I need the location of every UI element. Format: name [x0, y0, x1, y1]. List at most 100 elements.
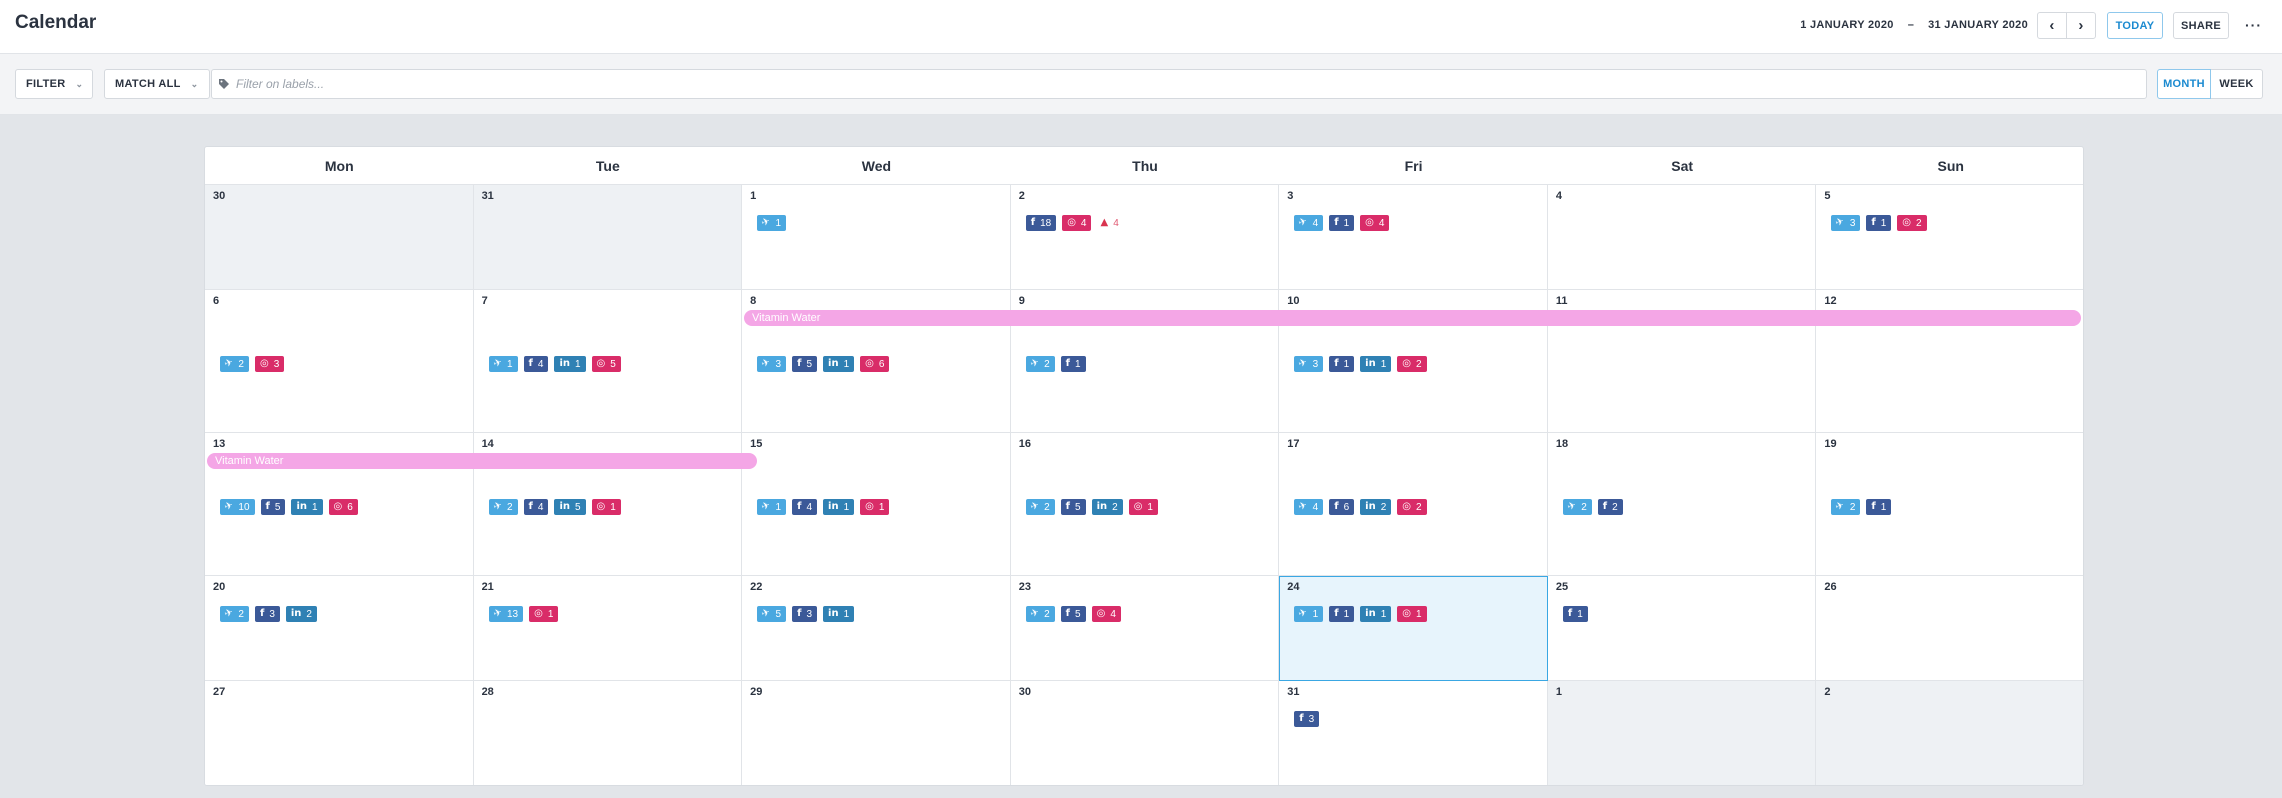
day-cell[interactable]: 16 ✈ 2 f 5 in 2 ◎ 1	[1010, 433, 1280, 576]
facebook-post-chip[interactable]: f1	[1329, 606, 1355, 622]
day-cell[interactable]: 22 ✈ 5 f 3 in 1	[742, 576, 1011, 681]
linkedin-post-chip[interactable]: in 2	[285, 606, 317, 622]
day-cell[interactable]: 15 ✈ 1 f 4 in 1 ◎ 1	[742, 433, 1011, 576]
linkedin-post-chip[interactable]: in 1	[823, 356, 855, 372]
instagram-post-chip[interactable]: ◎ 4	[1062, 215, 1092, 231]
instagram-post-chip[interactable]: ◎ 6	[328, 499, 358, 515]
instagram-post-chip[interactable]: ◎ 2	[1397, 356, 1427, 372]
twitter-post-chip[interactable]: ✈ 4	[1294, 499, 1324, 515]
linkedin-post-chip[interactable]: in 1	[291, 499, 323, 515]
day-cell[interactable]: 19 ✈ 2 f 1	[1816, 433, 2083, 576]
day-cell[interactable]: 31 f 3	[1279, 681, 1548, 785]
facebook-post-chip[interactable]: f2	[1597, 499, 1623, 515]
facebook-post-chip[interactable]: f5	[1060, 606, 1086, 622]
share-button[interactable]: SHARE	[2173, 12, 2229, 39]
day-cell[interactable]: 21 ✈ 13 ◎ 1	[473, 576, 743, 681]
facebook-post-chip[interactable]: f5	[792, 356, 818, 372]
twitter-post-chip[interactable]: ✈ 3	[757, 356, 787, 372]
twitter-post-chip[interactable]: ✈ 4	[1294, 215, 1324, 231]
instagram-post-chip[interactable]: ◎ 1	[529, 606, 559, 622]
facebook-post-chip[interactable]: f1	[1562, 606, 1588, 622]
twitter-post-chip[interactable]: ✈ 13	[488, 606, 524, 622]
facebook-post-chip[interactable]: f5	[260, 499, 286, 515]
instagram-post-chip[interactable]: ◎ 2	[1897, 215, 1927, 231]
day-cell[interactable]: 23 ✈ 2 f 5 ◎ 4	[1010, 576, 1280, 681]
day-cell[interactable]: 25 f 1	[1547, 576, 1817, 681]
more-options-icon[interactable]: ···	[2245, 17, 2262, 33]
month-view-button[interactable]: MONTH	[2157, 69, 2211, 99]
day-cell[interactable]: 6 ✈ 2 ◎ 3	[205, 290, 474, 433]
day-cell[interactable]: 17 ✈ 4 f 6 in 2 ◎ 2	[1279, 433, 1548, 576]
facebook-post-chip[interactable]: f4	[523, 356, 549, 372]
day-cell[interactable]: 2 f 18 ◎ 4 ▲ 4	[1010, 185, 1280, 290]
day-cell[interactable]: 28	[473, 681, 743, 785]
day-cell[interactable]: 1	[1547, 681, 1817, 785]
day-cell[interactable]: 4	[1547, 185, 1817, 290]
facebook-post-chip[interactable]: f3	[1294, 711, 1320, 727]
day-cell[interactable]: 7 ✈ 1 f 4 in 1 ◎ 5	[473, 290, 743, 433]
facebook-post-chip[interactable]: f 18	[1025, 215, 1057, 231]
day-cell[interactable]: 1 ✈ 1	[742, 185, 1011, 290]
day-cell[interactable]: 31	[473, 185, 743, 290]
label-filter-field[interactable]	[211, 69, 2147, 99]
twitter-post-chip[interactable]: ✈ 2	[488, 499, 518, 515]
instagram-post-chip[interactable]: ◎ 4	[1091, 606, 1121, 622]
twitter-post-chip[interactable]: ✈ 3	[1831, 215, 1861, 231]
facebook-post-chip[interactable]: f6	[1329, 499, 1355, 515]
day-cell[interactable]: 30	[205, 185, 474, 290]
linkedin-post-chip[interactable]: in 1	[823, 499, 855, 515]
linkedin-post-chip[interactable]: in 2	[1091, 499, 1123, 515]
twitter-post-chip[interactable]: ✈ 1	[488, 356, 518, 372]
twitter-post-chip[interactable]: ✈ 2	[1562, 499, 1592, 515]
twitter-post-chip[interactable]: ✈ 2	[1025, 606, 1055, 622]
linkedin-post-chip[interactable]: in 1	[823, 606, 855, 622]
instagram-post-chip[interactable]: ◎ 1	[1128, 499, 1158, 515]
day-cell[interactable]: 29	[742, 681, 1011, 785]
twitter-post-chip[interactable]: ✈ 2	[1025, 356, 1055, 372]
day-cell[interactable]: 2	[1816, 681, 2083, 785]
twitter-post-chip[interactable]: ✈ 2	[1025, 499, 1055, 515]
linkedin-post-chip[interactable]: in 2	[1360, 499, 1392, 515]
filter-dropdown[interactable]: FILTER ⌄	[15, 69, 93, 99]
day-cell[interactable]: 27	[205, 681, 474, 785]
twitter-post-chip[interactable]: ✈ 1	[757, 499, 787, 515]
facebook-post-chip[interactable]: f4	[792, 499, 818, 515]
instagram-post-chip[interactable]: ◎ 4	[1360, 215, 1390, 231]
day-cell[interactable]: 20 ✈ 2 f 3 in 2	[205, 576, 474, 681]
instagram-post-chip[interactable]: ◎ 1	[591, 499, 621, 515]
day-cell[interactable]: 3 ✈ 4 f 1 ◎ 4	[1279, 185, 1548, 290]
event-bar[interactable]: Vitamin Water	[207, 453, 757, 469]
next-month-button[interactable]: ›	[2066, 12, 2096, 39]
linkedin-post-chip[interactable]: in 1	[1360, 606, 1392, 622]
linkedin-post-chip[interactable]: in 1	[554, 356, 586, 372]
facebook-post-chip[interactable]: f3	[792, 606, 818, 622]
facebook-post-chip[interactable]: f3	[254, 606, 280, 622]
twitter-post-chip[interactable]: ✈ 3	[1294, 356, 1324, 372]
linkedin-post-chip[interactable]: in 1	[1360, 356, 1392, 372]
facebook-post-chip[interactable]: f1	[1866, 215, 1892, 231]
facebook-post-chip[interactable]: f1	[1866, 499, 1892, 515]
instagram-post-chip[interactable]: ◎ 1	[1397, 606, 1427, 622]
today-button[interactable]: TODAY	[2107, 12, 2163, 39]
twitter-post-chip[interactable]: ✈ 10	[220, 499, 255, 515]
instagram-post-chip[interactable]: ◎ 3	[254, 356, 285, 372]
prev-month-button[interactable]: ‹	[2037, 12, 2067, 39]
instagram-post-chip[interactable]: ◎ 2	[1397, 499, 1427, 515]
twitter-post-chip[interactable]: ✈ 2	[220, 606, 249, 622]
facebook-post-chip[interactable]: f4	[523, 499, 549, 515]
alert-post-chip[interactable]: ▲ 4	[1097, 215, 1121, 231]
twitter-post-chip[interactable]: ✈ 2	[220, 356, 249, 372]
week-view-button[interactable]: WEEK	[2211, 69, 2263, 99]
instagram-post-chip[interactable]: ◎ 5	[591, 356, 621, 372]
facebook-post-chip[interactable]: f1	[1060, 356, 1086, 372]
match-all-dropdown[interactable]: MATCH ALL ⌄	[104, 69, 210, 99]
day-cell[interactable]: 30	[1010, 681, 1280, 785]
day-cell[interactable]: 26	[1816, 576, 2083, 681]
twitter-post-chip[interactable]: ✈ 1	[757, 215, 787, 231]
facebook-post-chip[interactable]: f5	[1060, 499, 1086, 515]
day-cell[interactable]: 24 ✈ 1 f 1 in 1 ◎ 1	[1279, 576, 1548, 681]
label-filter-input[interactable]	[236, 77, 2136, 91]
twitter-post-chip[interactable]: ✈ 2	[1831, 499, 1861, 515]
linkedin-post-chip[interactable]: in 5	[554, 499, 586, 515]
day-cell[interactable]: 5 ✈ 3 f 1 ◎ 2	[1816, 185, 2083, 290]
